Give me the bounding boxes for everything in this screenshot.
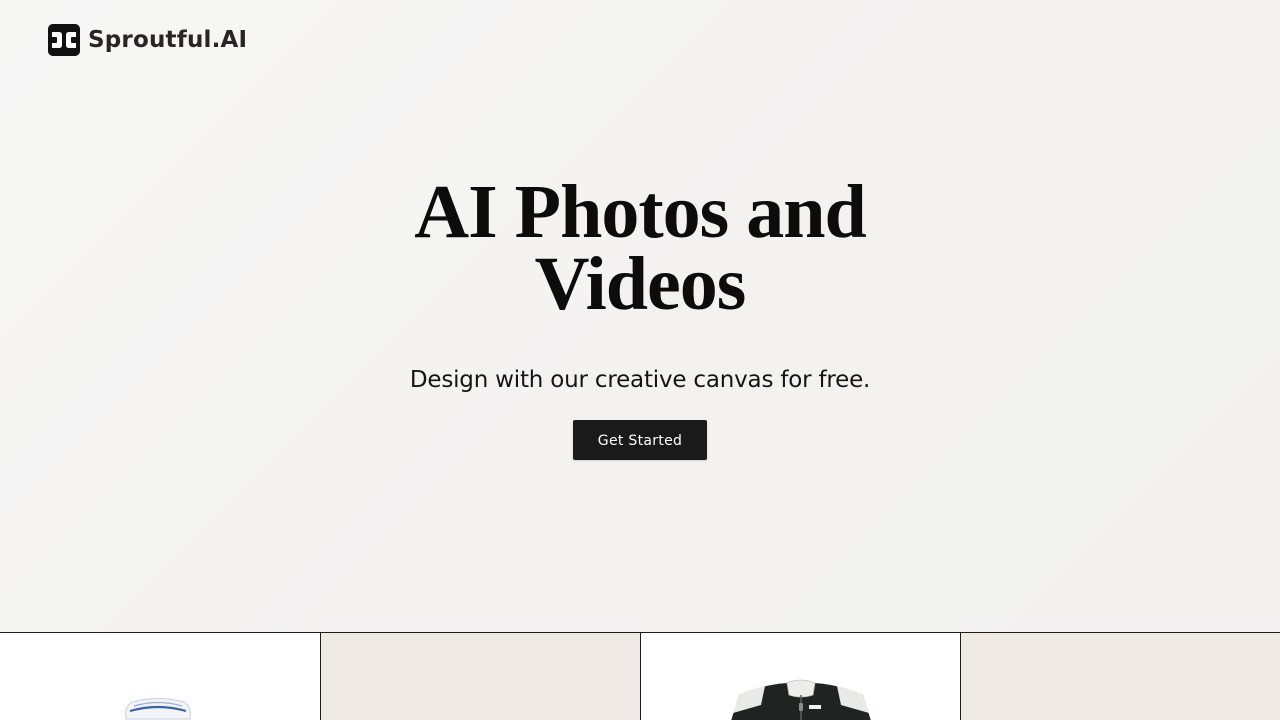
brand-name: Sproutful.AI — [88, 27, 248, 53]
hero-title: AI Photos and Videos — [330, 160, 950, 322]
gallery-tile-1[interactable] — [0, 633, 320, 720]
hero-title-line-2: Videos — [534, 242, 747, 326]
black-white-jacket-icon — [731, 679, 871, 720]
white-blue-product-icon — [125, 698, 191, 720]
product-gallery — [0, 632, 1280, 720]
gallery-tile-2[interactable] — [320, 633, 640, 720]
brand-home-link[interactable]: Sproutful.AI — [48, 24, 247, 56]
gallery-tile-3[interactable] — [640, 633, 960, 720]
hero-section: AI Photos and Videos Design with our cre… — [0, 160, 1280, 460]
hero-subtitle: Design with our creative canvas for free… — [409, 367, 871, 393]
sproutful-logo-icon — [48, 24, 80, 56]
gallery-tile-4[interactable] — [960, 633, 1280, 720]
get-started-button[interactable]: Get Started — [573, 420, 707, 460]
